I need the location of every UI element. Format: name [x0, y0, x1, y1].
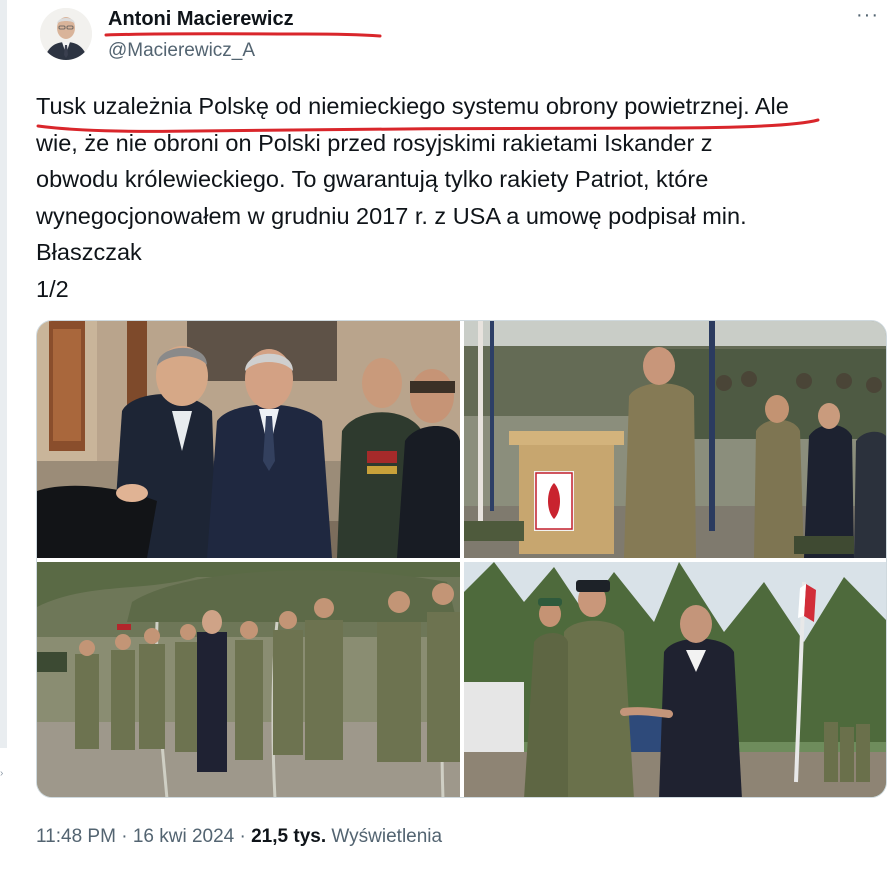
- photo-handshake-indoor[interactable]: [37, 321, 460, 558]
- meta-separator: ·: [234, 826, 252, 847]
- views-count: 21,5 tys.: [251, 826, 327, 847]
- tweet: Antoni Macierewicz @Macierewicz_A ··· Tu…: [36, 0, 891, 870]
- tweet-text-fragment: . Ale: [743, 93, 789, 119]
- author-handle[interactable]: @Macierewicz_A: [108, 40, 255, 62]
- tweet-text-line: Tusk uzależnia Polskę od niemieckiego sy…: [36, 88, 866, 125]
- tweet-meta: 11:48 PM · 16 kwi 2024 · 21,5 tys. Wyświ…: [36, 826, 442, 848]
- tweet-time[interactable]: 11:48 PM: [36, 826, 116, 847]
- avatar[interactable]: [40, 8, 92, 60]
- tweet-date[interactable]: 16 kwi 2024: [133, 826, 234, 847]
- views-label: Wyświetlenia: [331, 826, 443, 847]
- tweet-text-line: wie, że nie obroni on Polski przed rosyj…: [36, 129, 713, 156]
- tweet-text-line: obwodu królewieckiego. To gwarantują tyl…: [36, 166, 709, 192]
- photo-podium-speech[interactable]: [464, 321, 886, 558]
- tweet-text-line: 1/2: [36, 275, 69, 302]
- tweet-text-line: Błaszczak: [36, 239, 142, 265]
- media-grid: [36, 320, 887, 798]
- photo-soldiers-tent[interactable]: [37, 562, 460, 797]
- photo-handshake-outdoor[interactable]: [464, 562, 886, 797]
- avatar-image: [40, 8, 92, 60]
- scrollbar-track[interactable]: [0, 0, 7, 748]
- more-icon[interactable]: ···: [856, 4, 879, 27]
- tweet-text: Tusk uzależnia Polskę od niemieckiego sy…: [36, 88, 866, 307]
- meta-separator: ·: [115, 826, 133, 847]
- highlighted-phrase: Tusk uzależnia Polskę od niemieckiego sy…: [36, 93, 744, 119]
- left-rail: ›: [0, 0, 9, 870]
- tweet-text-line: wynegocjonowałem w grudniu 2017 r. z USA…: [36, 202, 747, 229]
- chevron-icon: ›: [0, 768, 4, 779]
- author-name[interactable]: Antoni Macierewicz: [108, 8, 294, 31]
